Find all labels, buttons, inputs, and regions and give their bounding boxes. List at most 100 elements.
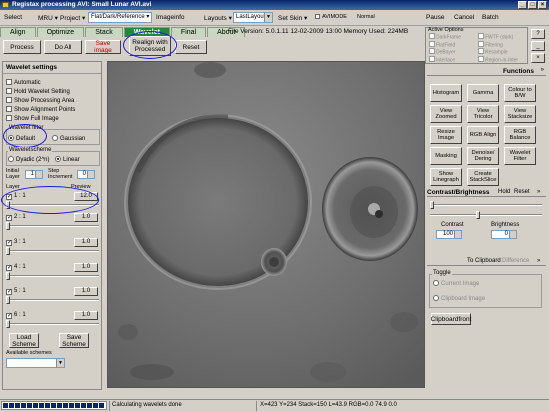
denoise-dering-button[interactable]: Denoise/ Dering: [467, 147, 499, 165]
layer-1-preview-button[interactable]: 12.0: [74, 192, 98, 201]
show-processing-checkbox[interactable]: Show Processing Area: [6, 97, 74, 104]
automatic-checkbox[interactable]: Automatic: [6, 79, 41, 86]
scheme-linear-radio[interactable]: Linear: [55, 156, 80, 163]
rgb-balance-button[interactable]: RGB Balance: [504, 126, 536, 144]
show-full-checkbox[interactable]: Show Full Image: [6, 115, 59, 122]
flat-dark-combo[interactable]: Flat/Dark/Reference ▾: [88, 12, 152, 23]
wavelet-filter-button[interactable]: Wavelet Filter: [504, 147, 536, 165]
pause-button[interactable]: Pause: [426, 14, 444, 21]
save-image-button[interactable]: Save image: [85, 40, 121, 54]
available-schemes-select[interactable]: ▼: [6, 358, 65, 368]
process-button[interactable]: Process: [3, 40, 41, 54]
option-fwtf[interactable]: FWTF (dark): [478, 33, 518, 41]
to-clipboard-button[interactable]: To Clipboard: [467, 258, 501, 264]
option-region[interactable]: Region-in-Inter: [478, 56, 518, 64]
tab-final[interactable]: Final: [170, 27, 207, 37]
clipboardfront-button[interactable]: Clipboardfront: [431, 313, 471, 325]
view-tricolor-button[interactable]: View Tricolor: [467, 105, 499, 123]
close-panel-button[interactable]: ×: [531, 53, 545, 63]
menu-select[interactable]: Select: [4, 14, 22, 21]
option-interlace[interactable]: Interlace: [429, 56, 461, 64]
histogram-button[interactable]: Histogram: [430, 84, 462, 102]
layer-2-slider[interactable]: [6, 222, 10, 230]
layer-3-preview-button[interactable]: 1.0: [74, 238, 98, 247]
option-debayer[interactable]: DeBayer: [429, 48, 461, 56]
masking-button[interactable]: Masking: [430, 147, 462, 165]
colour-to-bw-button[interactable]: Colour to B/W: [504, 84, 536, 102]
layer-6-slider[interactable]: [6, 320, 10, 328]
difference-button[interactable]: Difference: [502, 258, 529, 264]
layer-1-slider[interactable]: [6, 201, 10, 209]
menu-project[interactable]: Project ▾: [60, 14, 85, 22]
contrast-brightness-title: Contrast/Brightness: [427, 189, 490, 196]
layer-4-slider[interactable]: [6, 272, 10, 280]
layout-combo[interactable]: LastLayout ▼: [233, 12, 273, 23]
chevron-down-icon[interactable]: »: [541, 67, 544, 73]
realign-button[interactable]: Realign with Processed: [129, 36, 171, 56]
layer-4-checkbox[interactable]: 4 : 1: [6, 264, 26, 271]
cancel-button[interactable]: Cancel: [454, 14, 474, 21]
reset-button[interactable]: Reset: [175, 40, 207, 54]
view-stacksize-button[interactable]: View Stacksize: [504, 105, 536, 123]
filter-gaussian-radio[interactable]: Gaussian: [52, 135, 85, 142]
rgb-align-button[interactable]: RGB Align: [467, 126, 499, 144]
load-scheme-button[interactable]: Load Scheme: [9, 333, 39, 348]
show-alignment-checkbox[interactable]: Show Alignment Points: [6, 106, 75, 113]
layer-5-checkbox[interactable]: 5 : 1: [6, 288, 26, 295]
minimize-panel-button[interactable]: _: [531, 41, 545, 51]
layer-row-6: 6 : 1 1.0: [6, 311, 100, 330]
layer-2-preview-button[interactable]: 1.0: [74, 213, 98, 222]
checkbox-icon: [6, 79, 12, 85]
view-zoomed-button[interactable]: View Zoomed: [430, 105, 462, 123]
create-stackslice-button[interactable]: Create StackSlice: [467, 168, 499, 186]
contrast-brightness-slider[interactable]: [430, 201, 434, 209]
filter-default-radio[interactable]: Default: [8, 135, 35, 142]
save-scheme-button[interactable]: Save Scheme: [59, 333, 89, 348]
menu-layouts[interactable]: Layouts ▾: [204, 14, 232, 22]
option-filtering[interactable]: Filtering: [478, 41, 518, 49]
layer-5-slider[interactable]: [6, 296, 10, 304]
layer-1-checkbox[interactable]: 1 : 1: [6, 193, 26, 200]
layer-2-checkbox[interactable]: 2 : 1: [6, 214, 26, 221]
maximize-button[interactable]: □: [528, 1, 537, 9]
step-increment-spinner[interactable]: 0: [77, 170, 95, 179]
initial-layer-spinner[interactable]: 1: [25, 170, 43, 179]
menu-mru[interactable]: MRU ▾: [38, 14, 58, 22]
do-all-button[interactable]: Do All: [44, 40, 82, 54]
option-flatfield[interactable]: FlatField: [429, 41, 461, 49]
menu-imageinfo[interactable]: Imageinfo: [156, 14, 185, 21]
resize-image-button[interactable]: Resize Image: [430, 126, 462, 144]
avimode-checkbox[interactable]: AVIMODE: [315, 14, 347, 20]
layer-6-preview-button[interactable]: 1.0: [74, 311, 98, 320]
hold-wavelet-checkbox[interactable]: Hold Wavelet Setting: [6, 88, 70, 95]
contrast-slider[interactable]: [476, 211, 480, 219]
clipboard-image-radio[interactable]: Clipboard Image: [433, 295, 485, 302]
close-button[interactable]: ×: [538, 1, 547, 9]
layer-4-preview-button[interactable]: 1.0: [74, 263, 98, 272]
show-linegraph-button[interactable]: Show Linegraph: [430, 168, 462, 186]
contrast-reset-button[interactable]: Reset: [514, 189, 530, 195]
menu-set-skin[interactable]: Set Skin ▾: [278, 14, 307, 22]
option-resample[interactable]: Resample: [478, 48, 518, 56]
batch-button[interactable]: Batch: [482, 14, 499, 21]
gamma-button[interactable]: Gamma: [467, 84, 499, 102]
layer-5-preview-button[interactable]: 1.0: [74, 287, 98, 296]
layer-6-checkbox[interactable]: 6 : 1: [6, 312, 26, 319]
layer-3-checkbox[interactable]: 3 : 1: [6, 239, 26, 246]
scheme-dyadic-radio[interactable]: Dyadic (2^n): [8, 156, 50, 163]
tab-optimize[interactable]: Optimize: [36, 27, 85, 37]
contrast-spinner[interactable]: 100: [436, 230, 462, 239]
tab-align[interactable]: Align: [0, 27, 36, 37]
layer-row-2: 2 : 1 1.0: [6, 213, 100, 232]
contrast-hold-button[interactable]: Hold: [498, 189, 510, 195]
brightness-spinner[interactable]: 0: [491, 230, 517, 239]
current-image-radio[interactable]: Current Image: [433, 280, 479, 287]
image-preview[interactable]: [107, 61, 425, 388]
layer-3-slider[interactable]: [6, 247, 10, 255]
minimize-button[interactable]: _: [518, 1, 527, 9]
chevron-down-icon[interactable]: »: [537, 189, 540, 195]
option-darkframe[interactable]: DarkFrame: [429, 33, 461, 41]
chevron-down-icon[interactable]: »: [537, 258, 540, 264]
help-button[interactable]: ?: [531, 29, 545, 39]
tab-stack[interactable]: Stack: [85, 27, 123, 37]
